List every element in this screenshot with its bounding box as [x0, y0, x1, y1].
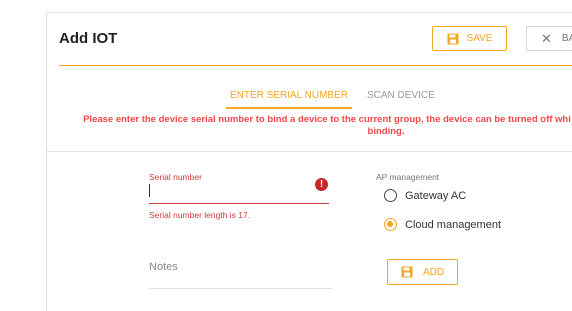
page-title: Add IOT: [59, 30, 118, 47]
radio-gateway-ac[interactable]: Gateway AC: [384, 189, 466, 202]
radio-checked-icon: [384, 218, 397, 231]
tab-scan-device[interactable]: SCAN DEVICE: [367, 90, 435, 101]
text-caret: [149, 184, 150, 197]
notes-label: Notes: [149, 261, 178, 273]
save-button[interactable]: SAVE: [432, 26, 507, 51]
exclamation-circle-icon: !: [315, 178, 328, 191]
back-button[interactable]: ✕ BA: [526, 26, 572, 51]
notice-line-2: binding.: [367, 126, 405, 137]
add-label: ADD: [422, 266, 445, 278]
bind-notice: Please enter the device serial number to…: [47, 114, 572, 138]
radio-unchecked-icon: [384, 189, 397, 202]
ap-management-label: AP management: [376, 172, 440, 182]
tab-enter-serial-number[interactable]: ENTER SERIAL NUMBER: [226, 90, 352, 109]
add-iot-panel: Add IOT SAVE ✕ BA ENTER SERIAL NUMBER SC…: [46, 12, 572, 311]
radio-cloud-management[interactable]: Cloud management: [384, 218, 501, 231]
back-label: BA: [561, 33, 572, 44]
save-label: SAVE: [466, 33, 493, 44]
add-button[interactable]: ADD: [387, 259, 458, 285]
serial-number-error: Serial number length is 17.: [149, 210, 251, 220]
serial-number-input[interactable]: [149, 181, 329, 204]
notice-line-1: Please enter the device serial number to…: [83, 114, 571, 125]
radio-gateway-ac-label: Gateway AC: [405, 189, 467, 202]
floppy-disk-icon: [447, 33, 459, 44]
section-divider: [47, 151, 572, 152]
close-icon: ✕: [541, 31, 552, 46]
radio-cloud-management-label: Cloud management: [405, 218, 502, 231]
header-divider: [59, 65, 572, 66]
floppy-disk-icon: [401, 266, 413, 278]
